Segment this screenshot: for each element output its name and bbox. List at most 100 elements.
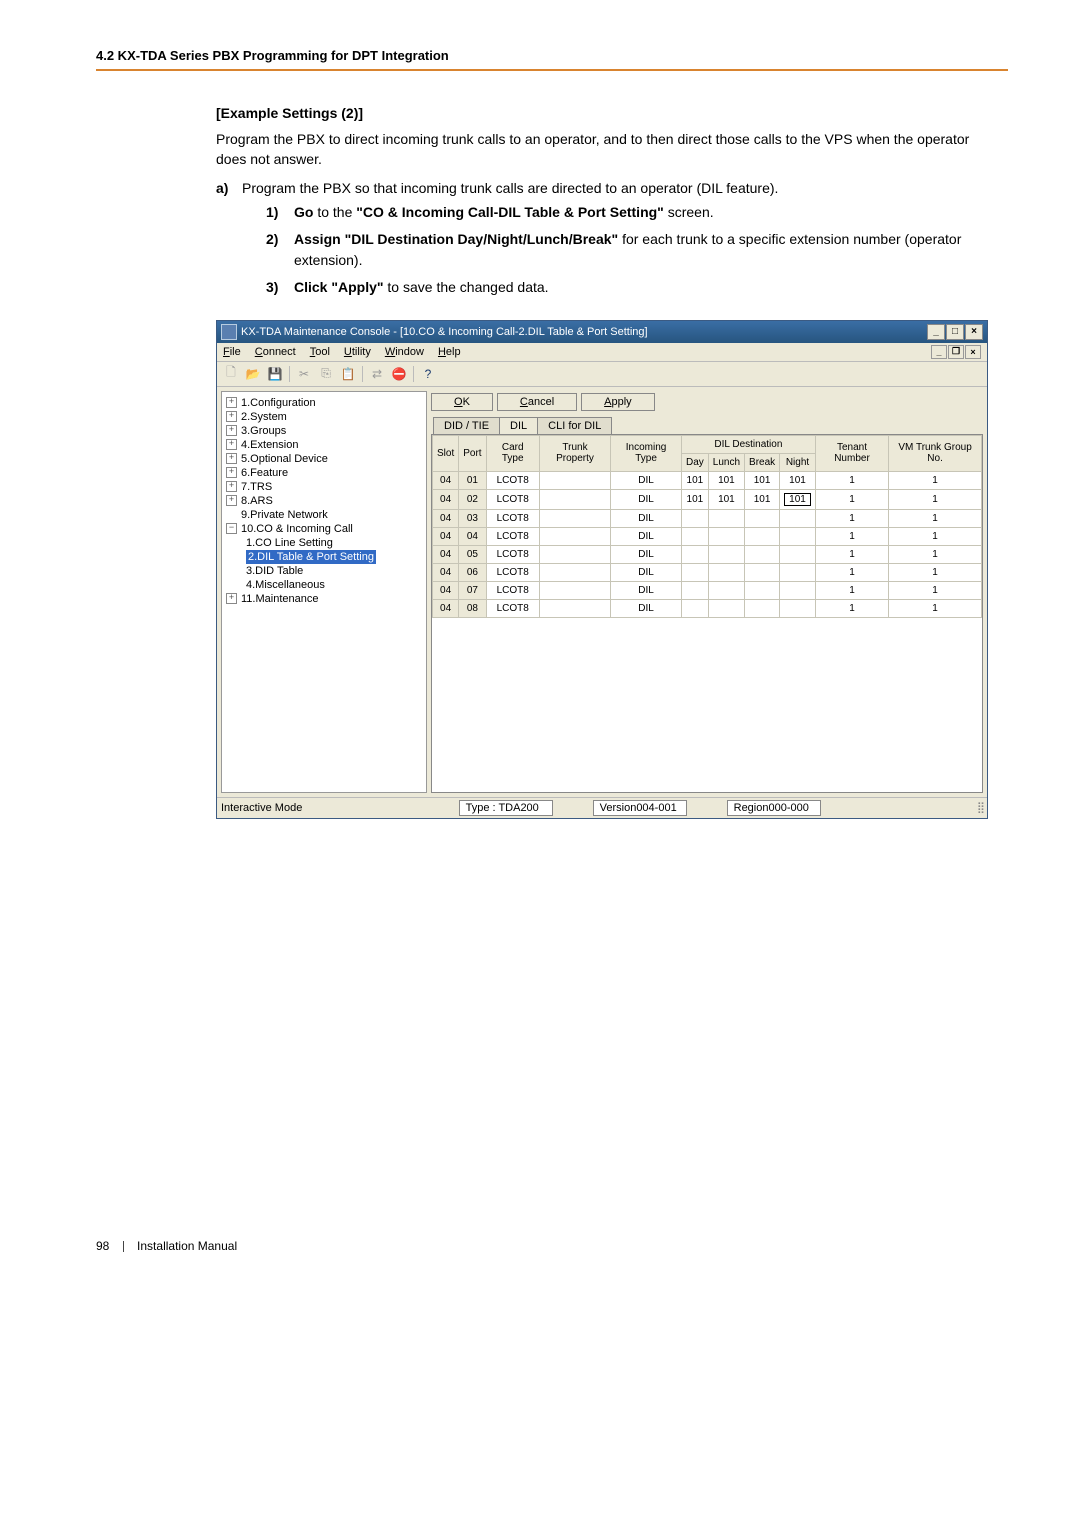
cell-lunch[interactable]: 101 — [708, 489, 744, 509]
child-close-button[interactable]: × — [965, 345, 981, 359]
cell-lunch[interactable]: 101 — [708, 471, 744, 489]
cell-trunk[interactable] — [539, 509, 610, 527]
col-vm-trunk-group[interactable]: VM Trunk Group No. — [889, 435, 982, 471]
cell-port[interactable]: 05 — [459, 545, 486, 563]
tree-expand-icon[interactable]: + — [226, 411, 237, 422]
tree-item-private-network[interactable]: 9.Private Network — [241, 509, 328, 521]
menu-connect[interactable]: Connect — [255, 346, 296, 358]
cell-day[interactable] — [681, 545, 708, 563]
table-row[interactable]: 0405LCOT8DIL11 — [433, 545, 982, 563]
toolbar-help-icon[interactable]: ? — [418, 365, 438, 383]
tree-item-co-line-setting[interactable]: 1.CO Line Setting — [246, 537, 333, 549]
col-dil-destination[interactable]: DIL Destination — [681, 435, 815, 453]
child-restore-button[interactable]: ❐ — [948, 345, 964, 359]
nav-tree[interactable]: +1.Configuration +2.System +3.Groups +4.… — [221, 391, 427, 793]
cell-night[interactable] — [780, 581, 816, 599]
cell-slot[interactable]: 04 — [433, 527, 459, 545]
tree-item-configuration[interactable]: 1.Configuration — [241, 397, 316, 409]
cell-incoming[interactable]: DIL — [611, 471, 682, 489]
tree-expand-icon[interactable]: + — [226, 481, 237, 492]
col-trunk-property[interactable]: Trunk Property — [539, 435, 610, 471]
cancel-button[interactable]: Cancel — [497, 393, 577, 411]
cell-day[interactable] — [681, 563, 708, 581]
table-row[interactable]: 0402LCOT8DIL10110110110111 — [433, 489, 982, 509]
cell-vm[interactable]: 1 — [889, 599, 982, 617]
cell-trunk[interactable] — [539, 545, 610, 563]
cell-night[interactable]: 101 — [780, 471, 816, 489]
cell-tenant[interactable]: 1 — [815, 527, 888, 545]
window-maximize-button[interactable]: □ — [946, 324, 964, 340]
child-minimize-button[interactable]: _ — [931, 345, 947, 359]
cell-break[interactable] — [745, 527, 780, 545]
cell-vm[interactable]: 1 — [889, 471, 982, 489]
cell-break[interactable] — [745, 509, 780, 527]
col-lunch[interactable]: Lunch — [708, 453, 744, 471]
toolbar-save-icon[interactable]: 💾 — [265, 365, 285, 383]
cell-port[interactable]: 02 — [459, 489, 486, 509]
col-break[interactable]: Break — [745, 453, 780, 471]
cell-trunk[interactable] — [539, 527, 610, 545]
tree-expand-icon[interactable]: + — [226, 425, 237, 436]
cell-incoming[interactable]: DIL — [611, 489, 682, 509]
col-night[interactable]: Night — [780, 453, 816, 471]
tree-expand-icon[interactable]: + — [226, 453, 237, 464]
table-row[interactable]: 0407LCOT8DIL11 — [433, 581, 982, 599]
cell-trunk[interactable] — [539, 563, 610, 581]
tree-expand-icon[interactable]: + — [226, 495, 237, 506]
toolbar-copy-icon[interactable]: ⎘ — [316, 365, 336, 383]
cell-lunch[interactable] — [708, 563, 744, 581]
table-row[interactable]: 0406LCOT8DIL11 — [433, 563, 982, 581]
tree-item-miscellaneous[interactable]: 4.Miscellaneous — [246, 579, 325, 591]
cell-day[interactable] — [681, 527, 708, 545]
cell-slot[interactable]: 04 — [433, 509, 459, 527]
cell-vm[interactable]: 1 — [889, 581, 982, 599]
cell-tenant[interactable]: 1 — [815, 509, 888, 527]
cell-card[interactable]: LCOT8 — [486, 563, 539, 581]
table-row[interactable]: 0403LCOT8DIL11 — [433, 509, 982, 527]
cell-break[interactable] — [745, 563, 780, 581]
tree-expand-icon[interactable]: + — [226, 467, 237, 478]
cell-trunk[interactable] — [539, 471, 610, 489]
col-day[interactable]: Day — [681, 453, 708, 471]
tree-item-did-table[interactable]: 3.DID Table — [246, 565, 303, 577]
cell-incoming[interactable]: DIL — [611, 527, 682, 545]
cell-incoming[interactable]: DIL — [611, 563, 682, 581]
tree-item-maintenance[interactable]: 11.Maintenance — [241, 593, 318, 605]
tree-item-feature[interactable]: 6.Feature — [241, 467, 288, 479]
tree-collapse-icon[interactable]: − — [226, 523, 237, 534]
toolbar-disconnect-icon[interactable]: ⛔ — [389, 365, 409, 383]
tab-cli-for-dil[interactable]: CLI for DIL — [537, 417, 612, 434]
table-row[interactable]: 0404LCOT8DIL11 — [433, 527, 982, 545]
cell-tenant[interactable]: 1 — [815, 581, 888, 599]
toolbar-open-icon[interactable]: 📂 — [243, 365, 263, 383]
cell-incoming[interactable]: DIL — [611, 509, 682, 527]
col-tenant-number[interactable]: Tenant Number — [815, 435, 888, 471]
cell-night-editing[interactable]: 101 — [784, 493, 811, 506]
cell-night[interactable]: 101 — [780, 489, 816, 509]
cell-card[interactable]: LCOT8 — [486, 471, 539, 489]
cell-break[interactable] — [745, 545, 780, 563]
cell-tenant[interactable]: 1 — [815, 563, 888, 581]
cell-day[interactable] — [681, 581, 708, 599]
cell-tenant[interactable]: 1 — [815, 471, 888, 489]
data-grid[interactable]: Slot Port Card Type Trunk Property Incom… — [431, 434, 983, 793]
cell-incoming[interactable]: DIL — [611, 599, 682, 617]
toolbar-new-icon[interactable]: 🗋 — [221, 365, 241, 383]
cell-vm[interactable]: 1 — [889, 527, 982, 545]
cell-lunch[interactable] — [708, 599, 744, 617]
menu-tool[interactable]: Tool — [310, 346, 330, 358]
table-row[interactable]: 0408LCOT8DIL11 — [433, 599, 982, 617]
cell-lunch[interactable] — [708, 527, 744, 545]
cell-vm[interactable]: 1 — [889, 489, 982, 509]
resize-grip-icon[interactable]: ⣿ — [977, 801, 983, 814]
cell-tenant[interactable]: 1 — [815, 489, 888, 509]
cell-break[interactable] — [745, 581, 780, 599]
cell-night[interactable] — [780, 509, 816, 527]
cell-incoming[interactable]: DIL — [611, 545, 682, 563]
menu-file[interactable]: File — [223, 346, 241, 358]
cell-night[interactable] — [780, 545, 816, 563]
col-card-type[interactable]: Card Type — [486, 435, 539, 471]
col-incoming-type[interactable]: Incoming Type — [611, 435, 682, 471]
tree-item-groups[interactable]: 3.Groups — [241, 425, 286, 437]
cell-card[interactable]: LCOT8 — [486, 527, 539, 545]
